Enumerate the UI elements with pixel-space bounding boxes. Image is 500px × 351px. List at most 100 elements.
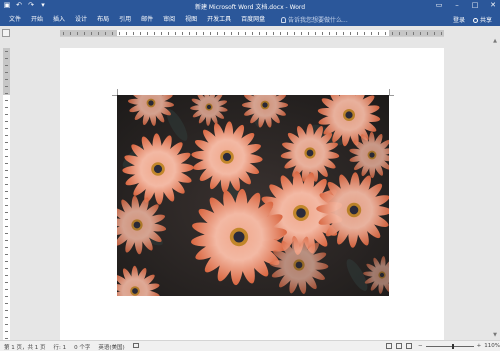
web-layout-icon[interactable] (406, 343, 412, 349)
zoom-slider-thumb[interactable] (452, 343, 455, 349)
ruler-tick (126, 32, 127, 35)
view-buttons (386, 343, 412, 349)
scroll-down-icon[interactable]: ▼ (492, 333, 498, 338)
ruler-tick (5, 149, 8, 150)
ruler-tick (329, 32, 330, 35)
print-layout-icon[interactable] (396, 343, 402, 349)
crop-mark (389, 95, 394, 96)
ruler-tick (5, 100, 8, 101)
ruler-tick (413, 32, 414, 35)
horizontal-ruler[interactable] (60, 30, 444, 37)
ruler-tick (112, 32, 113, 35)
ruler-tick (252, 32, 253, 35)
zoom-in-icon[interactable]: + (477, 343, 482, 349)
macro-record-icon[interactable] (132, 343, 139, 348)
vertical-scrollbar[interactable]: ▲ ▼ (490, 37, 500, 340)
tab-baidu-netdisk[interactable]: 百度网盘 (236, 15, 270, 24)
ruler-tick (5, 177, 8, 178)
ruler-tick (147, 32, 148, 35)
tab-layout[interactable]: 布局 (92, 15, 114, 24)
tab-file[interactable]: 文件 (4, 15, 26, 24)
zoom-slider[interactable] (425, 343, 474, 349)
ruler-tick (175, 32, 176, 35)
inserted-image[interactable] (117, 95, 389, 296)
title-bar: ▣ ↶ ↷ ▾ 新建 Microsoft Word 文档.docx - Word… (0, 0, 500, 12)
tab-review[interactable]: 审阅 (158, 15, 180, 24)
ruler-tick (210, 32, 211, 35)
ruler-tick (5, 128, 8, 129)
tab-references[interactable]: 引用 (114, 15, 136, 24)
ruler-tick (5, 247, 8, 248)
read-mode-icon[interactable] (386, 343, 392, 349)
ruler-tick (238, 32, 239, 35)
ruler-tick (5, 156, 8, 157)
share-button[interactable]: 共享 (472, 15, 492, 24)
ruler-tick (259, 32, 260, 35)
word-count[interactable]: 0 个字 (74, 343, 90, 351)
ruler-tick (5, 163, 8, 164)
ruler-tick (5, 310, 8, 311)
ruler-tick (70, 32, 71, 35)
tab-design[interactable]: 设计 (70, 15, 92, 24)
ruler-tick (343, 32, 344, 35)
ruler-tick (5, 121, 8, 122)
ruler-tick (5, 170, 8, 171)
ruler-tick (5, 282, 8, 283)
tell-me-box[interactable]: 告诉我您想要做什么... (281, 15, 348, 24)
close-icon[interactable]: ✕ (488, 1, 498, 10)
ruler-tick (427, 32, 428, 35)
ruler-tick (5, 135, 8, 136)
status-left: 第 1 页，共 1 页 行: 1 0 个字 英语(美国) (4, 343, 139, 351)
share-icon (472, 18, 478, 23)
tab-home[interactable]: 开始 (26, 15, 48, 24)
ruler-tick (5, 261, 8, 262)
ribbon-tabs: 文件 开始 插入 设计 布局 引用 邮件 审阅 视图 开发工具 百度网盘 (4, 15, 270, 24)
ruler-tick (231, 32, 232, 35)
vertical-ruler[interactable] (3, 48, 10, 340)
ruler-tick (5, 142, 8, 143)
ruler-tick (5, 205, 8, 206)
ruler-tick (5, 65, 8, 66)
scroll-up-icon[interactable]: ▲ (492, 39, 498, 44)
ruler-tick (5, 93, 8, 94)
zoom-level[interactable]: 110% (484, 343, 500, 349)
ruler-tick (5, 275, 8, 276)
share-label: 共享 (479, 17, 492, 24)
ruler-tick (294, 32, 295, 35)
lightbulb-icon (281, 16, 286, 23)
ruler-tick (217, 32, 218, 35)
window-title: 新建 Microsoft Word 文档.docx - Word (194, 4, 306, 11)
tab-insert[interactable]: 插入 (48, 15, 70, 24)
sign-in-link[interactable]: 登录 (453, 15, 465, 24)
ruler-tick (84, 32, 85, 35)
maximize-icon[interactable]: □ (470, 1, 480, 10)
ruler-tick (161, 32, 162, 35)
tab-developer[interactable]: 开发工具 (202, 15, 236, 24)
ruler-tick (364, 32, 365, 35)
ruler-tick (5, 79, 8, 80)
ruler-tick (322, 32, 323, 35)
ruler-tick (5, 72, 8, 73)
ruler-tick (350, 32, 351, 35)
ribbon-display-icon[interactable]: ▭ (434, 1, 444, 10)
zoom-out-icon[interactable]: − (418, 343, 423, 349)
ruler-tick (371, 32, 372, 35)
tab-selector[interactable] (2, 29, 10, 37)
tab-mailings[interactable]: 邮件 (136, 15, 158, 24)
ruler-right-margin (389, 30, 444, 36)
line-indicator[interactable]: 行: 1 (54, 343, 67, 351)
minimize-icon[interactable]: – (452, 1, 462, 10)
window-controls: ▭ – □ ✕ (434, 1, 498, 10)
ruler-tick (392, 32, 393, 35)
ruler-tick (77, 32, 78, 35)
ruler-tick (224, 32, 225, 35)
ruler-tick (182, 32, 183, 35)
ruler-tick (315, 32, 316, 35)
language-indicator[interactable]: 英语(美国) (98, 343, 124, 351)
ruler-tick (280, 32, 281, 35)
crop-mark (389, 89, 390, 95)
ruler-tick (273, 32, 274, 35)
tab-view[interactable]: 视图 (180, 15, 202, 24)
page-indicator[interactable]: 第 1 页，共 1 页 (4, 343, 46, 351)
ruler-tick (5, 184, 8, 185)
